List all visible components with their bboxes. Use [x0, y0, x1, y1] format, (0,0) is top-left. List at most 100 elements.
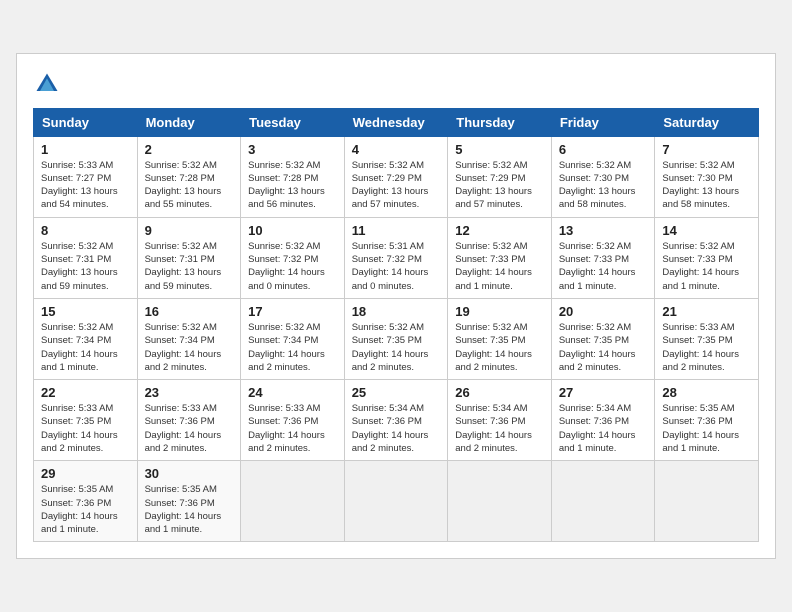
day-info: Sunrise: 5:32 AMSunset: 7:34 PMDaylight:…: [41, 321, 130, 374]
day-number: 5: [455, 142, 544, 157]
day-number: 25: [352, 385, 441, 400]
calendar-cell: 7 Sunrise: 5:32 AMSunset: 7:30 PMDaylight…: [655, 136, 759, 217]
day-info: Sunrise: 5:32 AMSunset: 7:30 PMDaylight:…: [559, 159, 648, 212]
day-number: 30: [145, 466, 234, 481]
calendar-cell: 25 Sunrise: 5:34 AMSunset: 7:36 PMDayligh…: [344, 380, 448, 461]
calendar-cell: 13 Sunrise: 5:32 AMSunset: 7:33 PMDayligh…: [551, 217, 655, 298]
calendar-cell: [448, 461, 552, 542]
day-number: 13: [559, 223, 648, 238]
logo: [33, 70, 65, 98]
day-info: Sunrise: 5:32 AMSunset: 7:34 PMDaylight:…: [248, 321, 337, 374]
day-info: Sunrise: 5:32 AMSunset: 7:33 PMDaylight:…: [662, 240, 751, 293]
day-number: 10: [248, 223, 337, 238]
calendar-cell: 4 Sunrise: 5:32 AMSunset: 7:29 PMDaylight…: [344, 136, 448, 217]
day-info: Sunrise: 5:31 AMSunset: 7:32 PMDaylight:…: [352, 240, 441, 293]
calendar-cell: 23 Sunrise: 5:33 AMSunset: 7:36 PMDayligh…: [137, 380, 241, 461]
day-info: Sunrise: 5:33 AMSunset: 7:36 PMDaylight:…: [145, 402, 234, 455]
header-sunday: Sunday: [34, 108, 138, 136]
calendar-cell: 2 Sunrise: 5:32 AMSunset: 7:28 PMDaylight…: [137, 136, 241, 217]
calendar-cell: 30 Sunrise: 5:35 AMSunset: 7:36 PMDayligh…: [137, 461, 241, 542]
header-saturday: Saturday: [655, 108, 759, 136]
calendar-cell: 3 Sunrise: 5:32 AMSunset: 7:28 PMDaylight…: [241, 136, 345, 217]
day-info: Sunrise: 5:32 AMSunset: 7:34 PMDaylight:…: [145, 321, 234, 374]
day-number: 11: [352, 223, 441, 238]
calendar-week-row: 15 Sunrise: 5:32 AMSunset: 7:34 PMDayligh…: [34, 298, 759, 379]
calendar-cell: 29 Sunrise: 5:35 AMSunset: 7:36 PMDayligh…: [34, 461, 138, 542]
calendar-cell: 14Sunrise: 5:32 AMSunset: 7:33 PMDayligh…: [655, 217, 759, 298]
day-info: Sunrise: 5:33 AMSunset: 7:36 PMDaylight:…: [248, 402, 337, 455]
header-friday: Friday: [551, 108, 655, 136]
day-info: Sunrise: 5:32 AMSunset: 7:35 PMDaylight:…: [455, 321, 544, 374]
calendar-cell: 19 Sunrise: 5:32 AMSunset: 7:35 PMDayligh…: [448, 298, 552, 379]
logo-icon: [33, 70, 61, 98]
day-info: Sunrise: 5:32 AMSunset: 7:28 PMDaylight:…: [248, 159, 337, 212]
day-info: Sunrise: 5:34 AMSunset: 7:36 PMDaylight:…: [352, 402, 441, 455]
calendar-cell: 10 Sunrise: 5:32 AMSunset: 7:32 PMDayligh…: [241, 217, 345, 298]
calendar-cell: 21 Sunrise: 5:33 AMSunset: 7:35 PMDayligh…: [655, 298, 759, 379]
calendar-cell: 5Sunrise: 5:32 AMSunset: 7:29 PMDaylight…: [448, 136, 552, 217]
day-info: Sunrise: 5:32 AMSunset: 7:32 PMDaylight:…: [248, 240, 337, 293]
day-info: Sunrise: 5:32 AMSunset: 7:33 PMDaylight:…: [559, 240, 648, 293]
header-thursday: Thursday: [448, 108, 552, 136]
calendar-cell: 8Sunrise: 5:32 AMSunset: 7:31 PMDaylight…: [34, 217, 138, 298]
header-tuesday: Tuesday: [241, 108, 345, 136]
day-number: 2: [145, 142, 234, 157]
calendar-cell: 12 Sunrise: 5:32 AMSunset: 7:33 PMDayligh…: [448, 217, 552, 298]
day-number: 12: [455, 223, 544, 238]
calendar-cell: 28 Sunrise: 5:35 AMSunset: 7:36 PMDayligh…: [655, 380, 759, 461]
calendar-week-row: 1 Sunrise: 5:33 AMSunset: 7:27 PMDaylight…: [34, 136, 759, 217]
day-info: Sunrise: 5:35 AMSunset: 7:36 PMDaylight:…: [662, 402, 751, 455]
calendar-cell: 1 Sunrise: 5:33 AMSunset: 7:27 PMDaylight…: [34, 136, 138, 217]
day-number: 7: [662, 142, 751, 157]
calendar-cell: [655, 461, 759, 542]
header-monday: Monday: [137, 108, 241, 136]
weekday-header-row: Sunday Monday Tuesday Wednesday Thursday…: [34, 108, 759, 136]
day-info: Sunrise: 5:32 AMSunset: 7:29 PMDaylight:…: [352, 159, 441, 212]
day-number: 19: [455, 304, 544, 319]
day-number: 3: [248, 142, 337, 157]
day-info: Sunrise: 5:32 AMSunset: 7:35 PMDaylight:…: [352, 321, 441, 374]
day-number: 17: [248, 304, 337, 319]
day-number: 29: [41, 466, 130, 481]
calendar-container: Sunday Monday Tuesday Wednesday Thursday…: [16, 53, 776, 560]
day-info: Sunrise: 5:32 AMSunset: 7:28 PMDaylight:…: [145, 159, 234, 212]
day-number: 4: [352, 142, 441, 157]
day-info: Sunrise: 5:33 AMSunset: 7:35 PMDaylight:…: [41, 402, 130, 455]
day-number: 20: [559, 304, 648, 319]
calendar-week-row: 29 Sunrise: 5:35 AMSunset: 7:36 PMDayligh…: [34, 461, 759, 542]
day-info: Sunrise: 5:35 AMSunset: 7:36 PMDaylight:…: [145, 483, 234, 536]
calendar-cell: [551, 461, 655, 542]
calendar-cell: 15 Sunrise: 5:32 AMSunset: 7:34 PMDayligh…: [34, 298, 138, 379]
calendar-table: Sunday Monday Tuesday Wednesday Thursday…: [33, 108, 759, 543]
day-info: Sunrise: 5:33 AMSunset: 7:27 PMDaylight:…: [41, 159, 130, 212]
day-info: Sunrise: 5:33 AMSunset: 7:35 PMDaylight:…: [662, 321, 751, 374]
day-number: 18: [352, 304, 441, 319]
day-number: 28: [662, 385, 751, 400]
calendar-cell: 17 Sunrise: 5:32 AMSunset: 7:34 PMDayligh…: [241, 298, 345, 379]
day-number: 15: [41, 304, 130, 319]
calendar-cell: 24 Sunrise: 5:33 AMSunset: 7:36 PMDayligh…: [241, 380, 345, 461]
calendar-cell: 11 Sunrise: 5:31 AMSunset: 7:32 PMDayligh…: [344, 217, 448, 298]
calendar-week-row: 8Sunrise: 5:32 AMSunset: 7:31 PMDaylight…: [34, 217, 759, 298]
day-number: 22: [41, 385, 130, 400]
day-info: Sunrise: 5:34 AMSunset: 7:36 PMDaylight:…: [455, 402, 544, 455]
calendar-week-row: 22 Sunrise: 5:33 AMSunset: 7:35 PMDayligh…: [34, 380, 759, 461]
calendar-cell: 18 Sunrise: 5:32 AMSunset: 7:35 PMDayligh…: [344, 298, 448, 379]
day-info: Sunrise: 5:32 AMSunset: 7:33 PMDaylight:…: [455, 240, 544, 293]
day-info: Sunrise: 5:32 AMSunset: 7:31 PMDaylight:…: [41, 240, 130, 293]
calendar-cell: [344, 461, 448, 542]
header-area: [33, 70, 759, 98]
day-info: Sunrise: 5:34 AMSunset: 7:36 PMDaylight:…: [559, 402, 648, 455]
day-number: 27: [559, 385, 648, 400]
day-number: 6: [559, 142, 648, 157]
day-number: 21: [662, 304, 751, 319]
calendar-cell: 22 Sunrise: 5:33 AMSunset: 7:35 PMDayligh…: [34, 380, 138, 461]
day-info: Sunrise: 5:32 AMSunset: 7:30 PMDaylight:…: [662, 159, 751, 212]
day-number: 24: [248, 385, 337, 400]
calendar-cell: 26Sunrise: 5:34 AMSunset: 7:36 PMDayligh…: [448, 380, 552, 461]
calendar-cell: 6 Sunrise: 5:32 AMSunset: 7:30 PMDaylight…: [551, 136, 655, 217]
day-number: 23: [145, 385, 234, 400]
calendar-cell: 27 Sunrise: 5:34 AMSunset: 7:36 PMDayligh…: [551, 380, 655, 461]
day-info: Sunrise: 5:35 AMSunset: 7:36 PMDaylight:…: [41, 483, 130, 536]
day-number: 1: [41, 142, 130, 157]
